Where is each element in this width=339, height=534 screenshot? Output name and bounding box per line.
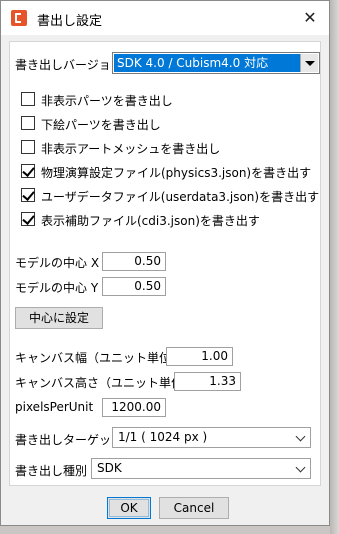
checkmark-icon — [22, 164, 35, 177]
export-target-selected: 1/1 ( 1024 px ) — [118, 430, 208, 444]
export-version-label: 書き出しバージョン — [15, 58, 123, 72]
center-y-label: モデルの中心 Y — [15, 281, 99, 295]
center-x-input[interactable]: 0.50 — [102, 252, 166, 271]
canvas-width-label: キャンバス幅（ユニット単位) — [15, 351, 176, 365]
ppu-input[interactable]: 1200.00 — [102, 398, 166, 417]
checkbox-userdata-label: ユーザデータファイル(userdata3.json)を書き出す — [41, 190, 320, 204]
set-center-button[interactable]: 中心に設定 — [15, 307, 103, 329]
checkbox-hidden-parts-label: 非表示パーツを書き出し — [41, 94, 173, 108]
checkmark-icon — [22, 212, 35, 225]
center-y-input[interactable]: 0.50 — [102, 277, 166, 296]
chevron-down-icon — [295, 431, 306, 442]
checkbox-hidden-artmesh[interactable] — [21, 140, 35, 154]
window-title: 書出し設定 — [37, 14, 103, 29]
export-type-select[interactable]: SDK — [91, 458, 311, 479]
export-target-label: 書き出しターゲット — [15, 433, 124, 447]
checkbox-physics-label: 物理演算設定ファイル(physics3.json)を書き出す — [41, 166, 312, 180]
close-icon[interactable]: ✕ — [299, 8, 321, 28]
export-target-select[interactable]: 1/1 ( 1024 px ) — [112, 427, 311, 448]
canvas-height-label: キャンバス高さ（ユニット単位) — [15, 376, 188, 390]
checkbox-sketch-parts[interactable] — [21, 116, 35, 130]
dropdown-button[interactable] — [300, 54, 318, 72]
checkbox-hidden-artmesh-label: 非表示アートメッシュを書き出し — [41, 142, 221, 156]
export-type-label: 書き出し種別 — [15, 464, 88, 478]
ppu-label: pixelsPerUnit — [15, 400, 94, 414]
chevron-down-icon — [295, 462, 306, 473]
cancel-button[interactable]: Cancel — [159, 497, 229, 519]
export-type-selected: SDK — [97, 461, 122, 475]
checkbox-userdata[interactable] — [21, 188, 35, 202]
background-window-edge — [330, 0, 339, 534]
triangle-down-icon — [305, 61, 315, 66]
canvas-width-input[interactable]: 1.00 — [166, 347, 233, 366]
ok-button[interactable]: OK — [107, 497, 151, 519]
title-bar[interactable]: 書出し設定 ✕ — [1, 1, 329, 35]
center-x-label: モデルの中心 X — [15, 256, 100, 270]
settings-panel: 書き出しバージョン SDK 4.0 / Cubism4.0 対応 非表示パーツを… — [9, 41, 321, 486]
checkbox-hidden-parts[interactable] — [21, 92, 35, 106]
app-icon — [11, 10, 27, 26]
checkbox-sketch-parts-label: 下絵パーツを書き出し — [41, 118, 161, 132]
checkbox-cdi[interactable] — [21, 212, 35, 226]
export-version-selected: SDK 4.0 / Cubism4.0 対応 — [114, 54, 300, 72]
export-version-select[interactable]: SDK 4.0 / Cubism4.0 対応 — [112, 52, 320, 74]
checkbox-cdi-label: 表示補助ファイル(cdi3.json)を書き出す — [41, 214, 260, 228]
export-settings-dialog: 書出し設定 ✕ 書き出しバージョン SDK 4.0 / Cubism4.0 対応… — [0, 0, 330, 526]
checkbox-physics[interactable] — [21, 164, 35, 178]
checkmark-icon — [22, 188, 35, 201]
canvas-height-input[interactable]: 1.33 — [174, 372, 241, 391]
